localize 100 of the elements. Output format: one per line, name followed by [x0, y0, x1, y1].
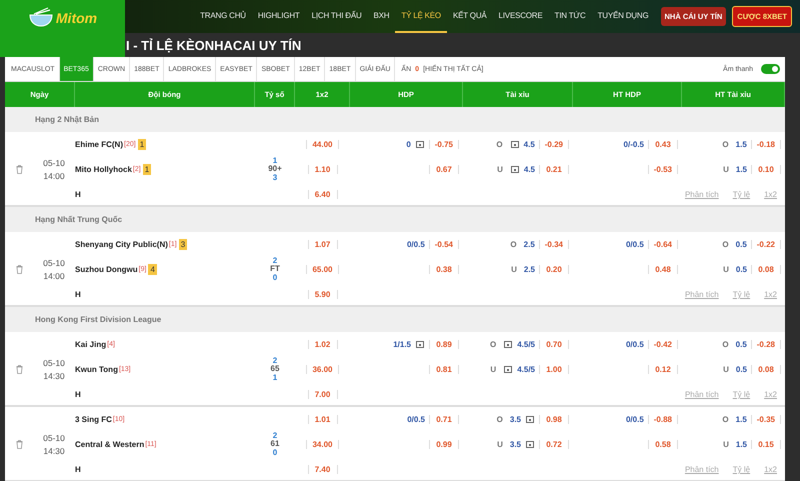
odds-value[interactable]: 1.02	[308, 340, 338, 349]
odds-value[interactable]: 0.15	[751, 440, 781, 449]
match-time: 05-10 14:30	[43, 356, 65, 382]
odds-value[interactable]: 0.71	[429, 415, 459, 424]
odds-value[interactable]: -0.35	[750, 415, 781, 424]
odds-value[interactable]: 0.98	[539, 415, 569, 424]
trash-icon[interactable]	[16, 265, 22, 274]
odds-value[interactable]: -0.28	[750, 340, 781, 349]
nav-item[interactable]: TIN TỨC	[548, 0, 592, 33]
odds-value[interactable]: 0.81	[429, 365, 459, 374]
trash-icon[interactable]	[16, 365, 22, 374]
match-link[interactable]: 1x2	[764, 465, 777, 474]
odds-value[interactable]: -0.53	[648, 165, 678, 174]
handicap-line: 0/0.5	[626, 415, 644, 424]
odds-value[interactable]: 0.48	[648, 265, 678, 274]
odds-value[interactable]: -0.88	[648, 415, 678, 424]
trash-icon[interactable]	[16, 165, 22, 174]
home-score: 1	[272, 156, 278, 165]
odds-value[interactable]: 65.00	[306, 265, 339, 274]
handicap-line: 4.5/5	[517, 365, 535, 374]
odds-value[interactable]: 0.08	[751, 265, 781, 274]
odds-value[interactable]: 36.00	[306, 365, 339, 374]
nav-item[interactable]: TỶ LỆ KÈO	[395, 0, 447, 33]
match-link[interactable]: 1x2	[764, 190, 777, 199]
odds-value[interactable]: -0.64	[648, 240, 678, 249]
handicap-line: 3.5	[510, 440, 521, 449]
match-link[interactable]: Phân tích	[684, 290, 719, 299]
side-label: U	[723, 365, 729, 374]
odds-value[interactable]: 0.21	[539, 165, 569, 174]
odds-value[interactable]: 0.70	[539, 340, 569, 349]
match-link[interactable]: 1x2	[764, 390, 777, 399]
match-link[interactable]: Tỷ lệ	[732, 465, 750, 474]
match-link[interactable]: Phân tích	[684, 390, 719, 399]
odds-value[interactable]: 1.10	[308, 165, 338, 174]
sound-toggle[interactable]	[761, 64, 780, 74]
odds-value[interactable]: -0.22	[750, 240, 781, 249]
nav-item[interactable]: TUYỂN DỤNG	[592, 0, 654, 33]
side-label: O	[722, 415, 729, 424]
odds-value[interactable]: 44.00	[306, 140, 339, 149]
odds-value[interactable]: 0.20	[539, 265, 569, 274]
nav-item[interactable]: BXH	[368, 0, 396, 33]
odds-value[interactable]: 7.00	[308, 390, 338, 399]
odds-value[interactable]: 1.01	[308, 415, 338, 424]
side-label: U	[511, 265, 517, 274]
draw-label: H	[75, 190, 81, 199]
odds-value[interactable]: 0.10	[751, 165, 781, 174]
card-count: 3	[178, 239, 188, 250]
odds-value[interactable]: 1.00	[539, 365, 569, 374]
league-name: Hong Kong First Division League	[35, 315, 162, 324]
logo-panel[interactable]: Mitom	[0, 0, 125, 57]
handicap-line: 0/0.5	[406, 240, 425, 249]
odds-value[interactable]: -0.42	[648, 340, 678, 349]
odds-value[interactable]: 0.67	[429, 165, 459, 174]
odds-value[interactable]: 7.40	[308, 465, 338, 474]
odds-value[interactable]: 0.99	[429, 440, 459, 449]
odds-value[interactable]: 0.43	[648, 140, 678, 149]
odds-value[interactable]: -0.75	[428, 140, 459, 149]
away-score: 3	[272, 174, 278, 182]
handicap-line: 1/1.5	[393, 340, 411, 349]
odds-value[interactable]: -0.34	[538, 240, 569, 249]
match-link[interactable]: 1x2	[764, 290, 777, 299]
odds-value[interactable]: 1.07	[308, 240, 338, 249]
team-name: Ehime FC(N)	[75, 140, 123, 149]
draw-label: H	[75, 390, 81, 399]
odds-value[interactable]: 0.89	[429, 340, 459, 349]
side-label: O	[510, 240, 517, 249]
odds-value[interactable]: 0.72	[539, 440, 569, 449]
match-link[interactable]: Phân tích	[684, 465, 719, 474]
handicap-line: 0/-0.5	[624, 140, 644, 149]
odds-value[interactable]: 0.08	[751, 365, 781, 374]
match-status: FT	[270, 265, 280, 274]
match-link[interactable]: Tỷ lệ	[732, 190, 750, 199]
odds-value[interactable]: 0.12	[648, 365, 678, 374]
nav-item[interactable]: TRANG CHỦ	[194, 0, 252, 33]
nav-item[interactable]: LỊCH THI ĐẤU	[306, 0, 368, 33]
league-name: Hạng Nhất Trung Quốc	[35, 215, 122, 224]
home-score: 2	[272, 256, 278, 266]
match-link[interactable]: Tỷ lệ	[732, 390, 750, 399]
odds-value[interactable]: 34.00	[306, 440, 339, 449]
trash-icon[interactable]	[16, 440, 22, 449]
odds-value[interactable]: 0.58	[648, 440, 678, 449]
odds-value[interactable]: 0.38	[429, 265, 459, 274]
match-status: 65	[270, 365, 280, 374]
nav-item[interactable]: KẾT QUẢ	[446, 0, 493, 33]
match-link[interactable]: Phân tích	[684, 190, 719, 199]
handicap-line: 1.5	[736, 415, 747, 424]
odds-value[interactable]: 5.90	[308, 290, 338, 299]
odds-value[interactable]: -0.29	[538, 140, 569, 149]
nav-item[interactable]: LIVESCORE	[492, 0, 549, 33]
nav-item[interactable]: HIGHLIGHT	[252, 0, 306, 33]
odds-value[interactable]: -0.18	[750, 140, 781, 149]
handicap-line: 0.5	[736, 365, 747, 374]
odds-value[interactable]: -0.54	[428, 240, 459, 249]
match-link[interactable]: Tỷ lệ	[732, 290, 750, 299]
side-label: U	[490, 365, 496, 374]
logo-text: Mitom	[56, 10, 98, 26]
match-status: 90+	[268, 165, 282, 174]
odds-value[interactable]: 6.40	[308, 190, 338, 199]
home-score: 2	[272, 432, 278, 440]
handicap-line: 1.5	[736, 440, 747, 449]
